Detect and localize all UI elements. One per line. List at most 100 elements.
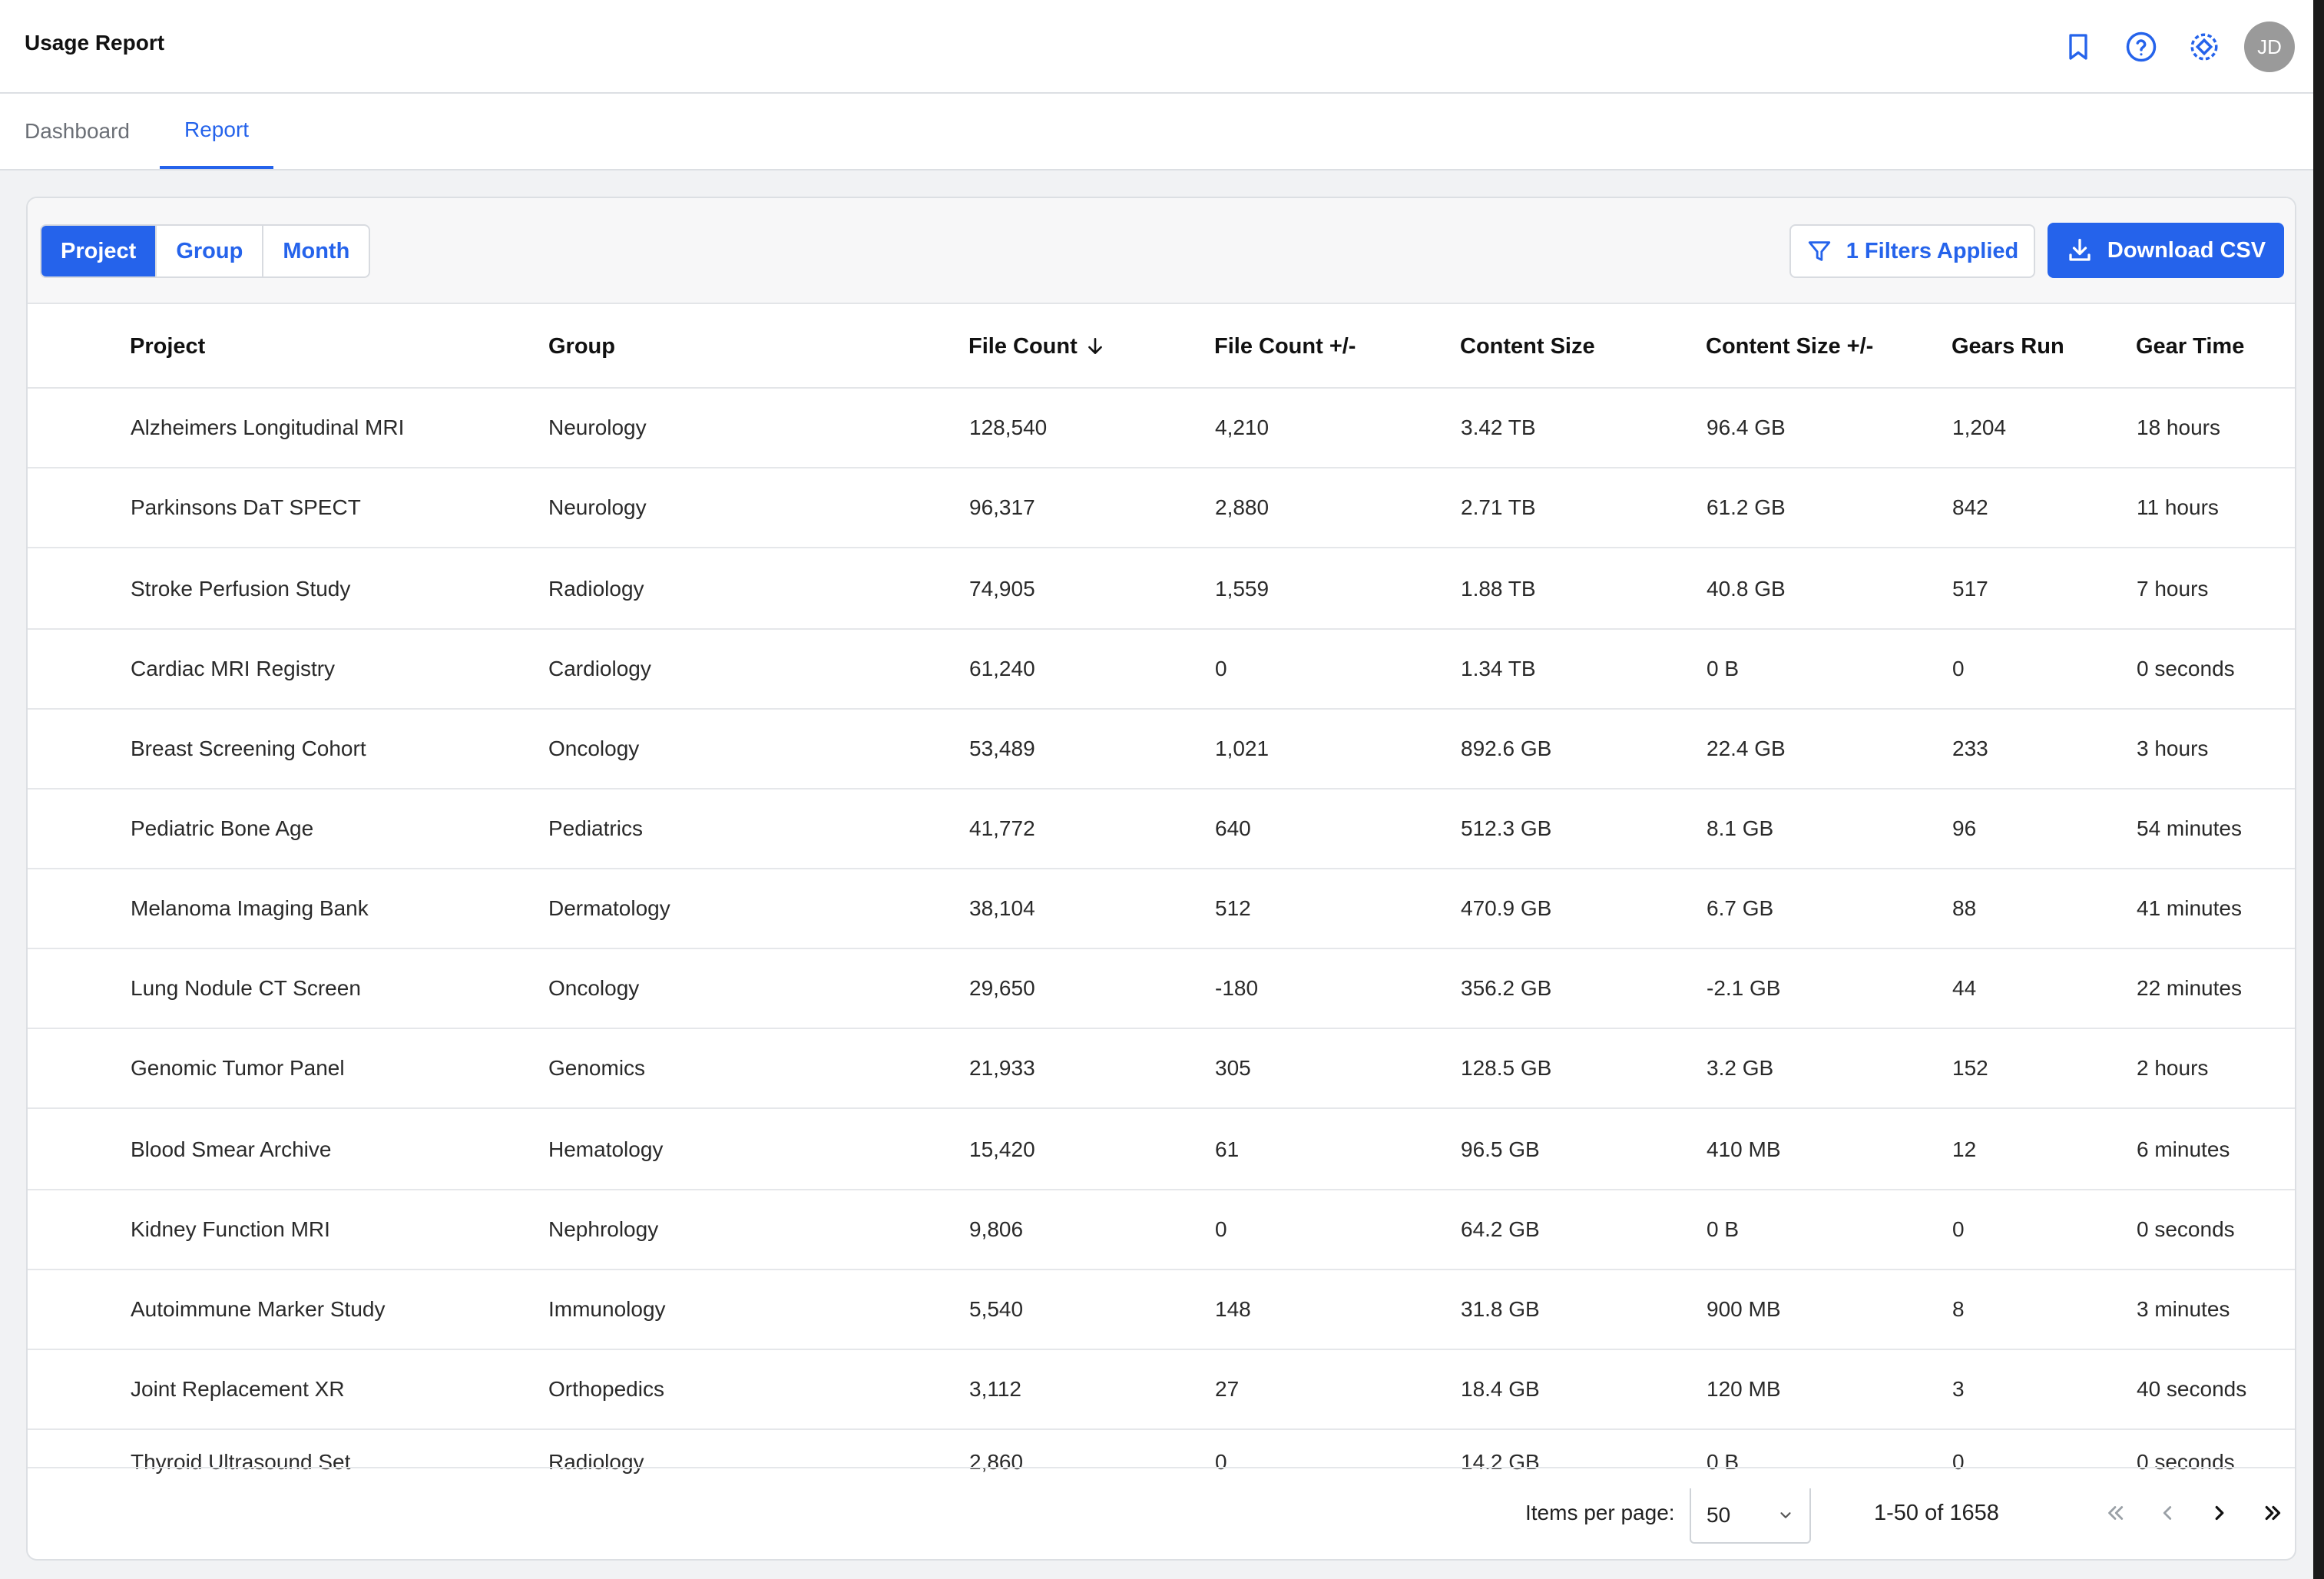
group-by-month-button[interactable]: Month	[262, 226, 369, 276]
cell-group: Immunology	[548, 1297, 666, 1321]
report-toolbar: Project Group Month 1 Filters Applied Do…	[28, 198, 2295, 304]
cell-group: Pediatrics	[548, 816, 643, 840]
cell-gear-time: 2 hours	[2137, 1056, 2209, 1080]
table-header: Project Group File Count File Count +/- …	[28, 304, 2295, 389]
sort-descending-icon	[1088, 337, 1102, 354]
cell-project: Genomic Tumor Panel	[131, 1056, 345, 1080]
cell-file-count-change: -180	[1215, 976, 1259, 1000]
tab-dashboard[interactable]: Dashboard	[25, 94, 130, 169]
cell-group: Oncology	[548, 737, 640, 760]
cell-gears-run: 517	[1952, 577, 1988, 601]
table-row[interactable]: Melanoma Imaging Bank Dermatology 38,104 51…	[28, 869, 2295, 949]
cell-content-size-change: 0 B	[1707, 1217, 1740, 1241]
cell-file-count-change: 640	[1215, 816, 1251, 840]
cell-gears-run: 233	[1952, 737, 1988, 760]
cell-group: Hematology	[548, 1137, 664, 1161]
previous-page-icon[interactable]	[2152, 1498, 2183, 1528]
cell-group: Nephrology	[548, 1217, 659, 1241]
cell-gears-run: 3	[1952, 1377, 1965, 1401]
chevron-down-icon	[1780, 1512, 1791, 1518]
tab-report[interactable]: Report	[160, 94, 274, 169]
download-icon	[2069, 238, 2091, 261]
cell-content-size: 512.3 GB	[1461, 816, 1552, 840]
cell-gear-time: 3 hours	[2137, 737, 2209, 760]
table-row[interactable]: Pediatric Bone Age Pediatrics 41,772 640 512…	[28, 790, 2295, 869]
app-title: Usage Report	[25, 31, 165, 55]
cell-content-size-change: 6.7 GB	[1707, 896, 1774, 920]
cell-content-size: 18.4 GB	[1461, 1377, 1540, 1401]
table-row[interactable]: Genomic Tumor Panel Genomics 21,933 305 128.…	[28, 1029, 2295, 1109]
table-row[interactable]: Kidney Function MRI Nephrology 9,806 0 64.2 …	[28, 1190, 2295, 1270]
table-row[interactable]: Autoimmune Marker Study Immunology 5,540 14…	[28, 1270, 2295, 1350]
column-header-file-count-change[interactable]: File Count +/-	[1214, 304, 1356, 389]
table-row[interactable]: Stroke Perfusion Study Radiology 74,905 1,5…	[28, 550, 2295, 630]
column-header-gears-run[interactable]: Gears Run	[1952, 304, 2064, 389]
cell-project: Melanoma Imaging Bank	[131, 896, 369, 920]
items-per-page-label: Items per page:	[1525, 1501, 1675, 1524]
cell-project: Lung Nodule CT Screen	[131, 976, 361, 1000]
table-row[interactable]: Blood Smear Archive Hematology 15,420 61 96.…	[28, 1111, 2295, 1190]
cell-gears-run: 842	[1952, 495, 1988, 519]
cell-content-size-change: 61.2 GB	[1707, 495, 1786, 519]
filters-button[interactable]: 1 Filters Applied	[1789, 224, 2035, 278]
column-header-content-size-change[interactable]: Content Size +/-	[1706, 304, 1873, 389]
table-row[interactable]: Lung Nodule CT Screen Oncology 29,650 -180 3…	[28, 949, 2295, 1029]
settings-target-icon[interactable]	[2180, 22, 2229, 71]
table-row[interactable]: Breast Screening Cohort Oncology 53,489 1,0…	[28, 710, 2295, 790]
items-per-page-select[interactable]: 50	[1690, 1488, 1811, 1544]
cell-project: Joint Replacement XR	[131, 1377, 345, 1401]
cell-gears-run: 88	[1952, 896, 1977, 920]
cell-content-size-change: 410 MB	[1707, 1137, 1781, 1161]
cell-content-size: 1.88 TB	[1461, 577, 1536, 601]
cell-project: Kidney Function MRI	[131, 1217, 330, 1241]
cell-content-size-change: 40.8 GB	[1707, 577, 1786, 601]
cell-content-size: 1.34 TB	[1461, 657, 1536, 680]
cell-file-count: 53,489	[969, 737, 1035, 760]
cell-file-count: 74,905	[969, 577, 1035, 601]
column-header-gear-time[interactable]: Gear Time	[2136, 304, 2244, 389]
cell-file-count-change: 0	[1215, 1217, 1227, 1241]
column-header-content-size[interactable]: Content Size	[1460, 304, 1595, 389]
cell-gears-run: 96	[1952, 816, 1977, 840]
cell-gears-run: 8	[1952, 1297, 1965, 1321]
table-row[interactable]: Joint Replacement XR Orthopedics 3,112 27 18…	[28, 1350, 2295, 1430]
cell-content-size: 470.9 GB	[1461, 896, 1552, 920]
paginator: Items per page: 50 1-50 of 1658	[28, 1467, 2295, 1557]
bookmark-icon[interactable]	[2054, 22, 2103, 71]
cell-gear-time: 3 minutes	[2137, 1297, 2230, 1321]
table-row[interactable]: Alzheimers Longitudinal MRI Neurology 128,…	[28, 389, 2295, 468]
avatar[interactable]: JD	[2244, 22, 2295, 72]
cell-file-count: 61,240	[969, 657, 1035, 680]
cell-content-size: 128.5 GB	[1461, 1056, 1552, 1080]
cell-group: Dermatology	[548, 896, 670, 920]
help-icon[interactable]	[2117, 22, 2166, 71]
cell-content-size: 2.71 TB	[1461, 495, 1536, 519]
column-header-file-count[interactable]: File Count	[968, 304, 1105, 389]
window-edge	[2313, 0, 2324, 1579]
download-csv-button[interactable]: Download CSV	[2048, 223, 2284, 278]
cell-project: Cardiac MRI Registry	[131, 657, 336, 680]
group-by-project-button[interactable]: Project	[41, 226, 156, 276]
table-row[interactable]: Parkinsons DaT SPECT Neurology 96,317 2,880…	[28, 468, 2295, 548]
cell-project: Autoimmune Marker Study	[131, 1297, 386, 1321]
cell-file-count: 128,540	[969, 415, 1048, 439]
group-by-group-button[interactable]: Group	[155, 226, 262, 276]
cell-gears-run: 1,204	[1952, 415, 2007, 439]
first-page-icon[interactable]	[2100, 1498, 2130, 1528]
column-header-file-count-label: File Count	[968, 333, 1078, 359]
cell-gear-time: 18 hours	[2137, 415, 2220, 439]
table-row[interactable]: Cardiac MRI Registry Cardiology 61,240 0 1.3…	[28, 630, 2295, 710]
cell-gears-run: 0	[1952, 657, 1965, 680]
cell-group: Oncology	[548, 976, 640, 1000]
column-header-project[interactable]: Project	[130, 304, 205, 389]
cell-content-size: 96.5 GB	[1461, 1137, 1540, 1161]
last-page-icon[interactable]	[2258, 1498, 2289, 1528]
column-header-group[interactable]: Group	[548, 304, 615, 389]
cell-gear-time: 6 minutes	[2137, 1137, 2230, 1161]
filter-icon	[1808, 241, 1830, 261]
cell-content-size-change: -2.1 GB	[1707, 976, 1781, 1000]
cell-gears-run: 12	[1952, 1137, 1977, 1161]
next-page-icon[interactable]	[2204, 1498, 2235, 1528]
cell-gear-time: 0 seconds	[2137, 1217, 2235, 1241]
cell-project: Stroke Perfusion Study	[131, 577, 351, 601]
